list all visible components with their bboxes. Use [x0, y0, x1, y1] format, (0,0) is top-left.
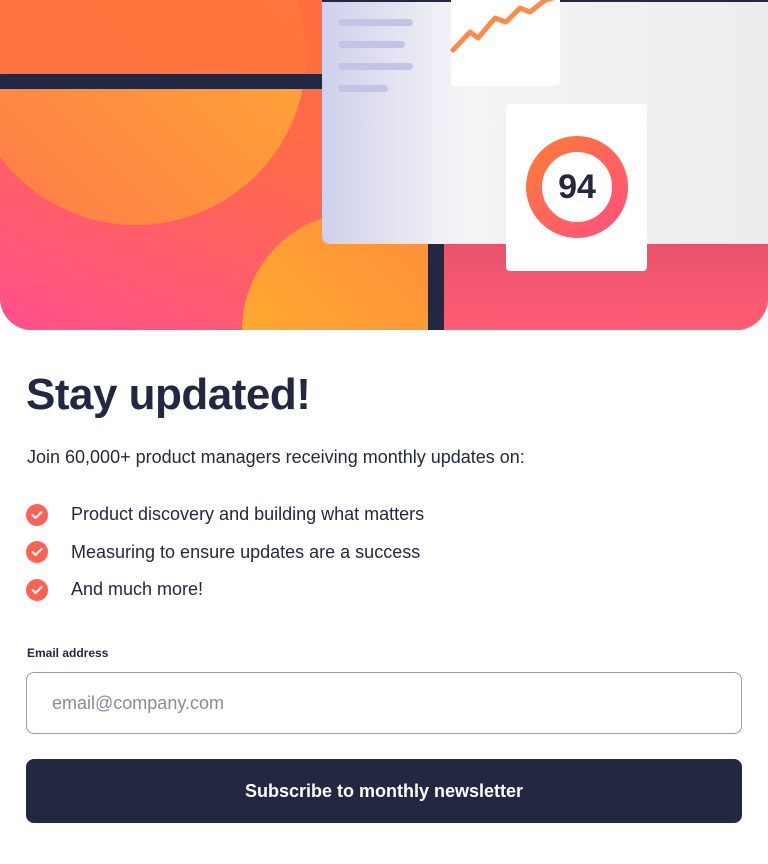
email-field[interactable]	[26, 672, 742, 734]
email-label: Email address	[27, 646, 109, 660]
hero-illustration: 94	[0, 0, 768, 330]
feature-label: Product discovery and building what matt…	[71, 504, 425, 525]
page-title: Stay updated!	[26, 370, 311, 419]
feature-label: And much more!	[71, 579, 204, 600]
intro-text: Join 60,000+ product managers receiving …	[27, 447, 525, 467]
hero-graphic	[0, 0, 768, 330]
check-circle-icon	[26, 578, 48, 601]
list-item: And much more!	[26, 571, 424, 609]
check-circle-icon	[26, 541, 48, 564]
check-circle-icon	[26, 503, 48, 526]
feature-label: Measuring to ensure updates are a succes…	[71, 541, 421, 562]
feature-list: Product discovery and building what matt…	[26, 496, 424, 609]
score-value: 94	[558, 168, 596, 206]
list-item: Measuring to ensure updates are a succes…	[26, 534, 424, 572]
list-item: Product discovery and building what matt…	[26, 496, 424, 534]
subscribe-button[interactable]: Subscribe to monthly newsletter	[26, 759, 742, 823]
